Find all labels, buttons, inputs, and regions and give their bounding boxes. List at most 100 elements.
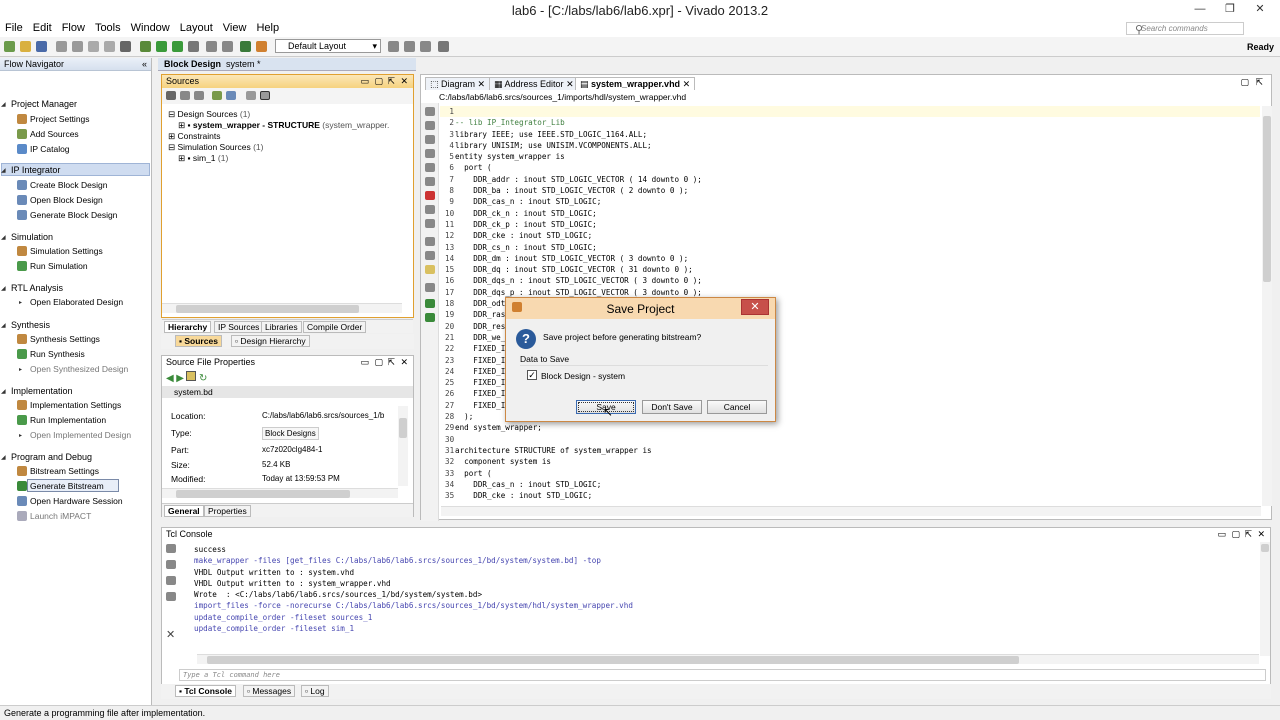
forward-arrow-icon[interactable]: ▶ xyxy=(176,373,184,384)
close-icon[interactable]: ✕ xyxy=(566,79,574,89)
search-icon[interactable] xyxy=(166,91,176,100)
cross-probe-icon[interactable] xyxy=(404,41,415,52)
collapse-icon[interactable]: « xyxy=(142,58,147,70)
block-design-checkbox[interactable]: ✓ xyxy=(527,370,537,380)
save-icon[interactable] xyxy=(425,107,435,116)
open-synthesized-design[interactable]: ▸ Open Synthesized Design xyxy=(19,364,128,374)
menu-flow[interactable]: Flow xyxy=(57,20,90,34)
collapse-all-icon[interactable] xyxy=(180,91,190,100)
tcl-command-input[interactable]: Type a Tcl command here xyxy=(179,669,1266,681)
tab-system-wrapper-vhd[interactable]: ▤ system_wrapper.vhd ✕ xyxy=(575,77,696,90)
restore-icon[interactable]: ▢ xyxy=(1231,528,1240,540)
implementation-settings[interactable]: Implementation Settings xyxy=(17,400,121,410)
generate-block-design[interactable]: Generate Block Design xyxy=(17,210,117,220)
redo-icon[interactable] xyxy=(72,41,83,52)
section-synthesis[interactable]: ◢ Synthesis xyxy=(1,320,50,330)
refresh-icon[interactable]: ↻ xyxy=(199,373,207,384)
section-simulation[interactable]: ◢ Simulation xyxy=(1,232,53,242)
close-icon[interactable]: ✕ xyxy=(683,79,691,89)
run-synthesis[interactable]: Run Synthesis xyxy=(17,349,85,359)
indent-icon[interactable] xyxy=(425,219,435,228)
minimize-button[interactable]: — xyxy=(1185,0,1215,20)
save-icon[interactable] xyxy=(36,41,47,52)
open-hardware-session[interactable]: Open Hardware Session xyxy=(17,496,123,506)
lines-icon[interactable] xyxy=(166,592,176,601)
open-implemented-design[interactable]: ▸ Open Implemented Design xyxy=(19,430,131,440)
sfp-vscroll[interactable] xyxy=(398,406,408,486)
gear-icon[interactable] xyxy=(256,41,267,52)
sum-icon[interactable] xyxy=(240,41,251,52)
close-icon[interactable]: ✕ xyxy=(1257,528,1265,540)
tree-design-sources[interactable]: ⊟ Design Sources (1) xyxy=(168,109,250,120)
sources-hscroll[interactable] xyxy=(162,303,402,313)
launch-impact[interactable]: Launch iMPACT xyxy=(17,511,91,521)
section-rtl-analysis[interactable]: ◢ RTL Analysis xyxy=(1,283,63,293)
undo-icon[interactable] xyxy=(56,41,67,52)
paste-icon[interactable] xyxy=(425,177,435,186)
tcl-hscroll[interactable] xyxy=(197,654,1259,664)
subtab-design-hierarchy[interactable]: ▫ Design Hierarchy xyxy=(231,335,310,347)
run-all-icon[interactable] xyxy=(172,41,183,52)
down-arrow-icon[interactable] xyxy=(425,313,435,322)
menu-help[interactable]: Help xyxy=(251,20,284,34)
menu-window[interactable]: Window xyxy=(126,20,175,34)
back-arrow-icon[interactable]: ◀ xyxy=(166,373,174,384)
open-block-design[interactable]: Open Block Design xyxy=(17,195,103,205)
tab-diagram[interactable]: ⬚ Diagram ✕ xyxy=(425,77,491,90)
pause-icon[interactable] xyxy=(166,576,176,585)
maximize-button[interactable]: ❐ xyxy=(1215,0,1245,20)
float-icon[interactable]: ⇱ xyxy=(387,75,395,87)
menu-file[interactable]: File xyxy=(0,20,28,34)
tab-log[interactable]: ▫ Log xyxy=(301,685,329,697)
float-icon[interactable]: ⇱ xyxy=(1255,77,1263,88)
generate-bitstream[interactable]: Generate Bitstream xyxy=(17,481,104,491)
undo-icon[interactable] xyxy=(425,121,435,130)
tab-messages[interactable]: ▫ Messages xyxy=(243,685,296,697)
dont-save-button[interactable]: Don't Save xyxy=(642,400,702,414)
tab-tcl-console[interactable]: ▪ Tcl Console xyxy=(175,685,236,697)
run-simulation[interactable]: Run Simulation xyxy=(17,261,88,271)
menu-tools[interactable]: Tools xyxy=(90,20,126,34)
tab-hierarchy[interactable]: Hierarchy xyxy=(164,321,212,333)
add-icon[interactable] xyxy=(212,91,222,100)
view-icon[interactable] xyxy=(260,91,270,100)
close-button[interactable]: ✕ xyxy=(1245,0,1275,20)
float-icon[interactable]: ⇱ xyxy=(387,356,395,368)
sfp-hscroll[interactable] xyxy=(162,488,398,498)
simulation-settings[interactable]: Simulation Settings xyxy=(17,246,103,256)
tree-system-wrapper[interactable]: ⊞ ▪ system_wrapper - STRUCTURE (system_w… xyxy=(178,120,389,131)
dialog-close-button[interactable]: ✕ xyxy=(741,299,769,315)
bookmark-icon[interactable] xyxy=(425,283,435,292)
section-ip-integrator[interactable]: ◢ IP Integrator xyxy=(1,165,60,175)
expand-all-icon[interactable] xyxy=(194,91,204,100)
editor-hscroll[interactable] xyxy=(441,506,1261,516)
tab-compile-order[interactable]: Compile Order xyxy=(303,321,367,333)
run-implementation[interactable]: Run Implementation xyxy=(17,415,106,425)
paste-icon[interactable] xyxy=(104,41,115,52)
zoom-icon[interactable] xyxy=(388,41,399,52)
minimize-icon[interactable]: ▭ xyxy=(1217,528,1226,540)
subtab-sources[interactable]: ▪ Sources xyxy=(175,335,222,347)
synthesis-settings[interactable]: Synthesis Settings xyxy=(17,334,100,344)
minimize-icon[interactable]: ▭ xyxy=(360,356,369,368)
section-program-and-debug[interactable]: ◢ Program and Debug xyxy=(1,452,92,462)
redo-icon[interactable] xyxy=(425,135,435,144)
bitstream-settings[interactable]: Bitstream Settings xyxy=(17,466,99,476)
tab-libraries[interactable]: Libraries xyxy=(261,321,302,333)
tab-ip-sources[interactable]: IP Sources xyxy=(214,321,264,333)
run-icon[interactable] xyxy=(156,41,167,52)
tree-sim1[interactable]: ⊞ ▪ sim_1 (1) xyxy=(178,153,228,164)
open-elaborated-design[interactable]: ▸ Open Elaborated Design xyxy=(19,297,123,307)
open-project-icon[interactable] xyxy=(20,41,31,52)
comment-icon[interactable] xyxy=(425,205,435,214)
find-icon[interactable] xyxy=(425,237,435,246)
close-icon[interactable]: ✕ xyxy=(400,75,408,87)
compile-icon[interactable] xyxy=(140,41,151,52)
restore-icon[interactable]: ▢ xyxy=(374,75,383,87)
sync-icon[interactable] xyxy=(186,371,197,381)
replace-icon[interactable] xyxy=(425,251,435,260)
minimize-icon[interactable]: ▭ xyxy=(360,75,369,87)
section-implementation[interactable]: ◢ Implementation xyxy=(1,386,73,396)
settings-icon[interactable] xyxy=(206,41,217,52)
close-icon[interactable]: ✕ xyxy=(400,356,408,368)
